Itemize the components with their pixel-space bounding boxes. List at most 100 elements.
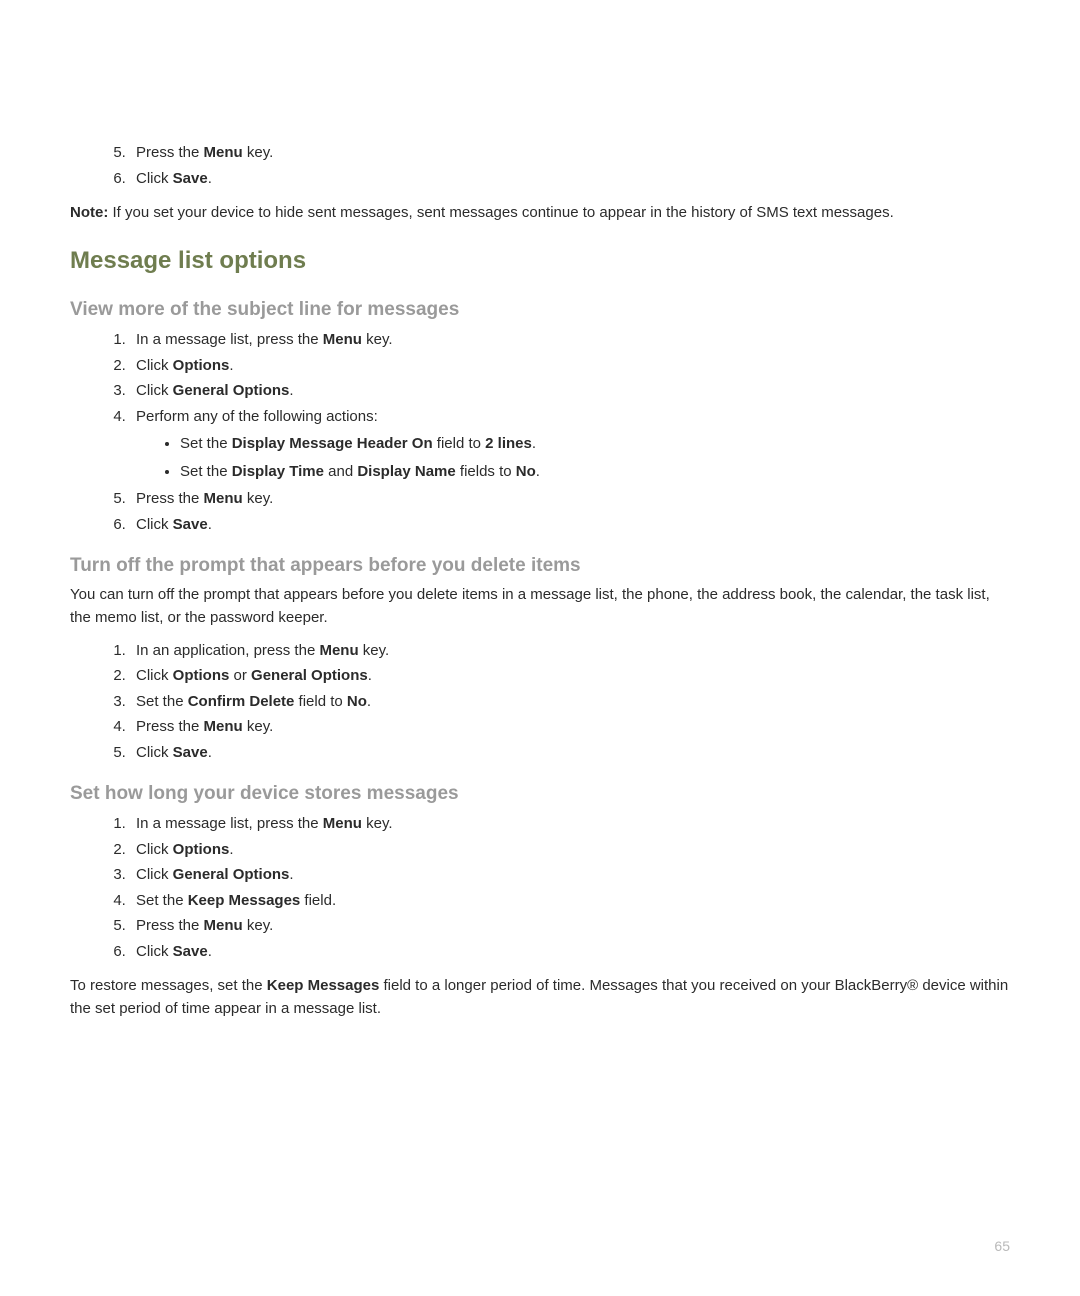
step-text: Press the — [136, 144, 204, 161]
page-number: 65 — [994, 1238, 1010, 1254]
step-bold: Save — [173, 744, 208, 761]
step-text: . — [229, 841, 233, 858]
list-item: Set the Display Message Header On field … — [180, 431, 1010, 457]
step-text: . — [208, 170, 212, 187]
step-text: Click — [136, 516, 173, 533]
step-bold: Save — [173, 170, 208, 187]
step-text: . — [536, 463, 540, 480]
step-text: In a message list, press the — [136, 815, 323, 832]
step-text: key. — [243, 917, 274, 934]
list-item: Click General Options. — [130, 378, 1010, 404]
list-item: Press the Menu key. — [130, 714, 1010, 740]
step-bold: Menu — [204, 144, 243, 161]
subsection-heading: View more of the subject line for messag… — [70, 299, 1010, 321]
intro-paragraph: You can turn off the prompt that appears… — [70, 583, 1010, 630]
step-text: Set the — [136, 693, 188, 710]
subsection-heading: Set how long your device stores messages — [70, 783, 1010, 805]
list-item: Click General Options. — [130, 862, 1010, 888]
subsection-heading: Turn off the prompt that appears before … — [70, 555, 1010, 577]
list-item: Click Save. — [130, 166, 1010, 192]
list-item: In a message list, press the Menu key. — [130, 327, 1010, 353]
step-text: Click — [136, 841, 173, 858]
step-text: Set the — [180, 463, 232, 480]
step-text: Perform any of the following actions: — [136, 408, 378, 425]
list-item: Click Options. — [130, 837, 1010, 863]
step-text: fields to — [456, 463, 516, 480]
step-text: . — [289, 382, 293, 399]
step-bold: Options — [173, 841, 230, 858]
step-text: and — [324, 463, 357, 480]
step-text: field to — [294, 693, 347, 710]
step-text: . — [208, 943, 212, 960]
step-text: . — [208, 516, 212, 533]
list-item: Set the Confirm Delete field to No. — [130, 689, 1010, 715]
step-text: key. — [243, 718, 274, 735]
store-steps: In a message list, press the Menu key. C… — [70, 811, 1010, 964]
list-item: In a message list, press the Menu key. — [130, 811, 1010, 837]
step-bold: Keep Messages — [188, 892, 301, 909]
step-bold: Save — [173, 943, 208, 960]
step-text: . — [368, 667, 372, 684]
list-item: Click Save. — [130, 939, 1010, 965]
list-item: Perform any of the following actions: Se… — [130, 404, 1010, 485]
step-text: Set the — [180, 435, 232, 452]
outro-bold: Keep Messages — [267, 977, 380, 994]
list-item: Set the Keep Messages field. — [130, 888, 1010, 914]
step-bold: General Options — [251, 667, 368, 684]
step-bold: Menu — [204, 490, 243, 507]
step-text: key. — [243, 490, 274, 507]
list-item: Click Options. — [130, 353, 1010, 379]
step-text: . — [289, 866, 293, 883]
step-bold: Menu — [204, 917, 243, 934]
step-text: . — [229, 357, 233, 374]
section-title: Message list options — [70, 247, 1010, 275]
list-item: Press the Menu key. — [130, 913, 1010, 939]
step-bold: Menu — [323, 815, 362, 832]
step-text: Click — [136, 744, 173, 761]
step-bold: Options — [173, 357, 230, 374]
list-item: Click Save. — [130, 740, 1010, 766]
step-bold: General Options — [173, 866, 290, 883]
view-more-steps: In a message list, press the Menu key. C… — [70, 327, 1010, 537]
step-text: field. — [300, 892, 336, 909]
step-text: Click — [136, 357, 173, 374]
step-text: Press the — [136, 718, 204, 735]
outro-text: To restore messages, set the — [70, 977, 267, 994]
intro-tail-steps: Press the Menu key. Click Save. — [70, 140, 1010, 191]
step-bold: Menu — [323, 331, 362, 348]
note-text: If you set your device to hide sent mess… — [108, 204, 893, 221]
step-text: . — [367, 693, 371, 710]
list-item: Click Save. — [130, 512, 1010, 538]
list-item: Set the Display Time and Display Name fi… — [180, 459, 1010, 485]
step-text: Click — [136, 382, 173, 399]
step-bold: No — [516, 463, 536, 480]
list-item: Click Options or General Options. — [130, 663, 1010, 689]
document-page: Press the Menu key. Click Save. Note: If… — [0, 0, 1080, 1296]
list-item: Press the Menu key. — [130, 486, 1010, 512]
step-bold: Display Time — [232, 463, 324, 480]
note: Note: If you set your device to hide sen… — [70, 201, 1010, 225]
step-text: field to — [433, 435, 486, 452]
note-label: Note: — [70, 204, 108, 221]
step-text: Press the — [136, 490, 204, 507]
step-bold: Options — [173, 667, 230, 684]
step-text: or — [229, 667, 251, 684]
step-text: Press the — [136, 917, 204, 934]
step-text: Click — [136, 667, 173, 684]
step-bold: No — [347, 693, 367, 710]
step-text: In a message list, press the — [136, 331, 323, 348]
step-text: Set the — [136, 892, 188, 909]
list-item: In an application, press the Menu key. — [130, 638, 1010, 664]
step-text: key. — [243, 144, 274, 161]
step-bold: Confirm Delete — [188, 693, 295, 710]
step-text: Click — [136, 866, 173, 883]
step-bold: 2 lines — [485, 435, 532, 452]
step-bold: General Options — [173, 382, 290, 399]
step-text: Click — [136, 943, 173, 960]
step-text: key. — [359, 642, 390, 659]
step-text: key. — [362, 331, 393, 348]
step-text: In an application, press the — [136, 642, 319, 659]
step-bold: Save — [173, 516, 208, 533]
step-bold: Display Name — [357, 463, 455, 480]
outro-paragraph: To restore messages, set the Keep Messag… — [70, 974, 1010, 1021]
